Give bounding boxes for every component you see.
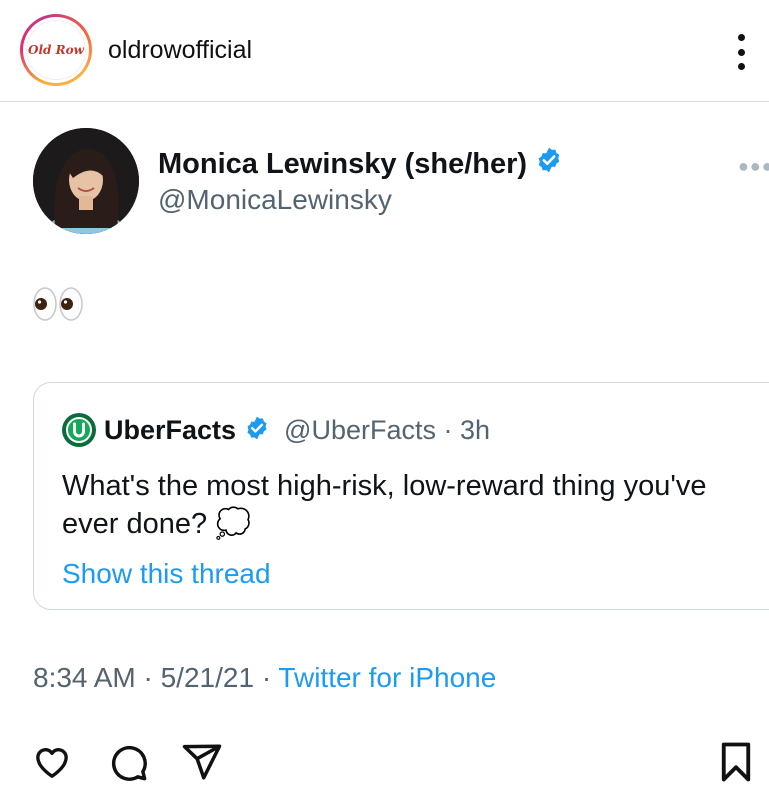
bookmark-icon[interactable] <box>714 740 758 784</box>
quoted-author-handle: @UberFacts · 3h <box>284 414 491 445</box>
post-action-bar <box>0 740 769 800</box>
quoted-tweet[interactable]: UberFacts @UberFacts · 3h What's the mos… <box>33 382 769 610</box>
profile-avatar[interactable]: Old Row <box>20 14 92 86</box>
more-horizontal-icon[interactable]: ●●● <box>738 156 769 177</box>
eyes-emoji-icon <box>32 286 84 322</box>
uberfacts-avatar <box>62 413 96 447</box>
brand-logo: Old Row <box>26 20 86 80</box>
tweet-author-avatar <box>33 128 139 234</box>
post-header: Old Row oldrowofficial <box>0 0 769 102</box>
tweet-timestamp: 8:34 AM · 5/21/21 · <box>33 662 279 693</box>
comment-icon[interactable] <box>106 740 150 784</box>
quoted-author-name: UberFacts <box>104 414 237 445</box>
tweet-source-link[interactable]: Twitter for iPhone <box>278 662 496 693</box>
quoted-tweet-text: What's the most high-risk, low-reward th… <box>62 470 707 540</box>
more-vertical-icon[interactable] <box>733 34 749 70</box>
quoted-tweet-header: UberFacts @UberFacts · 3h <box>62 413 490 447</box>
tweet-author-handle[interactable]: @MonicaLewinsky <box>158 184 392 216</box>
verified-badge-icon <box>535 146 563 182</box>
share-icon[interactable] <box>180 740 224 784</box>
heart-icon[interactable] <box>30 740 74 784</box>
post-username[interactable]: oldrowofficial <box>108 36 252 65</box>
verified-badge-icon <box>244 415 270 446</box>
show-thread-link[interactable]: Show this thread <box>62 558 271 590</box>
tweet-author-name[interactable]: Monica Lewinsky (she/her) <box>158 146 563 182</box>
tweet-metadata: 8:34 AM · 5/21/21 · Twitter for iPhone <box>33 662 496 694</box>
